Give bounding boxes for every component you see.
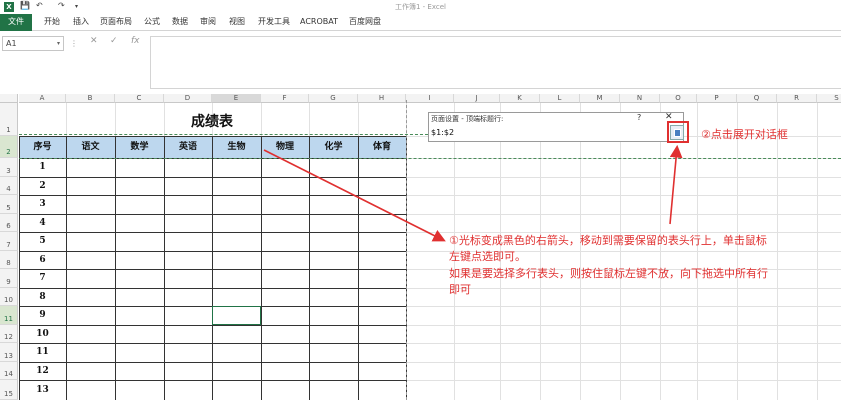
arrow-to-header-row — [263, 149, 446, 242]
annotation-arrows — [263, 144, 683, 242]
arrow-to-expand-button — [669, 144, 683, 225]
